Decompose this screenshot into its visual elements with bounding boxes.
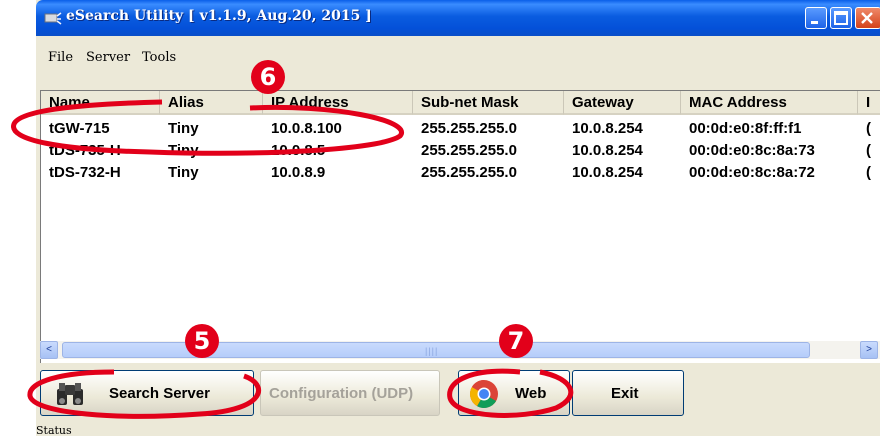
annotation-ring-row <box>11 99 405 156</box>
annotation-overlay <box>11 99 574 419</box>
annotation-badge: 5 <box>185 324 219 358</box>
annotation-badge: 7 <box>499 324 533 358</box>
annotation-ring-web <box>447 368 574 418</box>
annotation-ring-search <box>27 369 262 419</box>
annotation-badge: 6 <box>251 60 285 94</box>
